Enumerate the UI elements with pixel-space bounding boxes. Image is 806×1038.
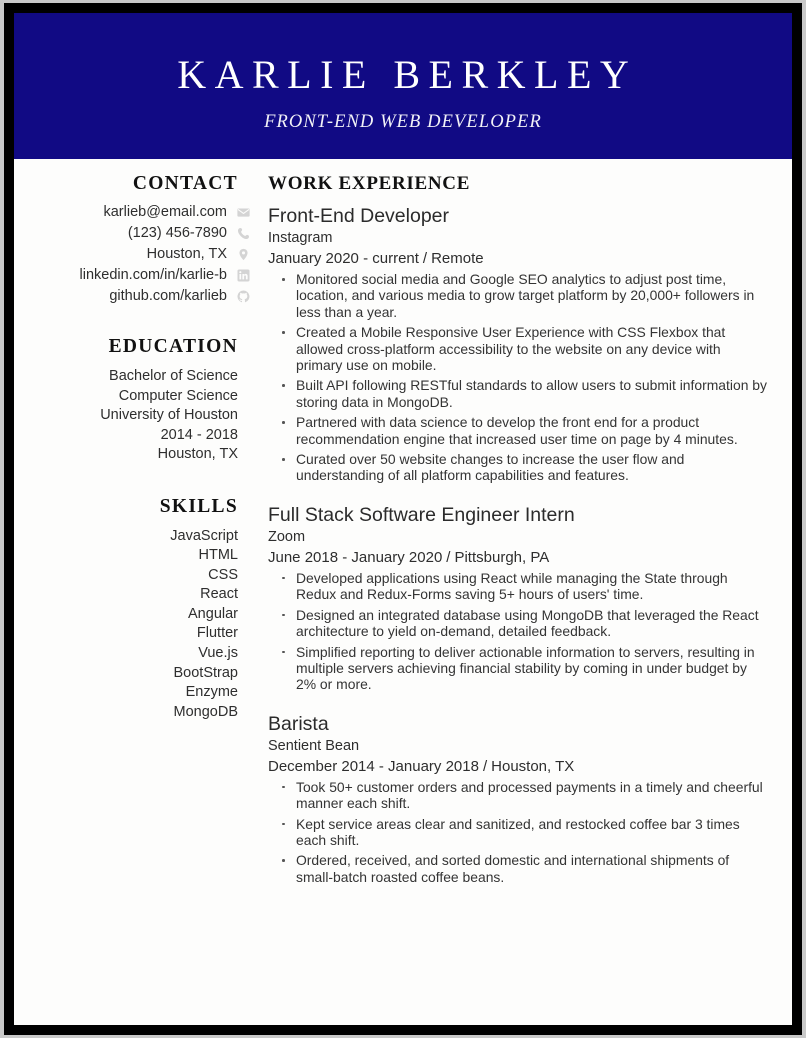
list-item: 2014 - 2018 [160, 426, 238, 443]
list-item: Built API following RESTful standards to… [268, 377, 770, 410]
list-item: Houston, TX [14, 246, 250, 263]
section-heading-work-experience: WORK EXPERIENCE [268, 173, 471, 194]
resume-page: KARLIE BERKLEY FRONT-END WEB DEVELOPER C… [14, 13, 792, 1025]
job-entry: Barista Sentient Bean December 2014 - Ja… [268, 712, 770, 885]
job-title: Barista [268, 712, 329, 735]
section-heading-education: EDUCATION [108, 336, 238, 357]
list-item: React [200, 586, 238, 603]
resume-body: CONTACT karlieb@email.com (123) 456-7890 [14, 159, 792, 904]
list-item: University of Houston [100, 407, 238, 423]
job-entry: Full Stack Software Engineer Intern Zoom… [268, 503, 770, 693]
header-subtitle: FRONT-END WEB DEVELOPER [264, 112, 542, 132]
sidebar: CONTACT karlieb@email.com (123) 456-7890 [14, 173, 260, 722]
list-item: Kept service areas clear and sanitized, … [268, 816, 770, 849]
job-meta: December 2014 - January 2018/Houston, TX [268, 756, 770, 777]
list-item: BootStrap [173, 664, 239, 681]
list-item: linkedin.com/in/karlie-b [14, 267, 250, 284]
job-location: Houston, TX [491, 757, 575, 775]
skills-list: JavaScript HTML CSS React Angular Flutte… [14, 527, 250, 723]
list-item: Computer Science [118, 387, 238, 404]
list-item: HTML [198, 547, 238, 564]
list-item: Partnered with data science to develop t… [268, 414, 770, 447]
contact-linkedin-text[interactable]: linkedin.com/in/karlie-b [80, 267, 227, 284]
list-item: Monitored social media and Google SEO an… [268, 271, 770, 320]
list-item: CSS [208, 566, 238, 583]
education-list: Bachelor of Science Computer Science Uni… [14, 367, 250, 465]
job-entry: Front-End Developer Instagram January 20… [268, 204, 770, 484]
list-item: Curated over 50 website changes to incre… [268, 451, 770, 484]
list-item: Simplified reporting to deliver actionab… [268, 644, 770, 693]
list-item: karlieb@email.com [14, 204, 250, 221]
list-item: Enzyme [185, 684, 238, 701]
job-dates: June 2018 - January 2020 [268, 548, 443, 566]
list-item: Developed applications using React while… [268, 570, 770, 603]
location-pin-icon [237, 248, 250, 261]
job-bullets: Monitored social media and Google SEO an… [268, 271, 770, 484]
envelope-icon [237, 206, 250, 219]
job-title: Full Stack Software Engineer Intern [268, 503, 575, 526]
job-separator: / [482, 757, 488, 775]
job-meta: June 2018 - January 2020/Pittsburgh, PA [268, 547, 770, 568]
job-title: Front-End Developer [268, 205, 450, 227]
list-item: JavaScript [170, 527, 238, 544]
job-company: Zoom [268, 528, 306, 545]
list-item: Flutter [196, 625, 238, 642]
phone-icon [237, 227, 250, 240]
list-item: Houston, TX [157, 446, 238, 462]
section-heading-skills: SKILLS [159, 495, 238, 517]
list-item: Designed an integrated database using Mo… [268, 607, 770, 640]
list-item: Created a Mobile Responsive User Experie… [268, 324, 770, 373]
list-item: github.com/karlieb [14, 288, 250, 305]
linkedin-icon [237, 269, 250, 282]
job-meta: January 2020 - current / Remote [268, 248, 770, 269]
job-location: Remote [431, 250, 484, 267]
list-item: (123) 456-7890 [14, 225, 250, 242]
job-dates: January 2020 - current [268, 250, 419, 267]
job-bullets: Took 50+ customer orders and processed p… [268, 779, 770, 885]
list-item: Took 50+ customer orders and processed p… [268, 779, 770, 812]
main-content: WORK EXPERIENCE Front-End Developer Inst… [260, 173, 792, 904]
contact-email-text[interactable]: karlieb@email.com [103, 204, 227, 221]
job-dates: December 2014 - January 2018 [268, 757, 479, 775]
list-item: Bachelor of Science [109, 368, 238, 384]
page-title: KARLIE BERKLEY [177, 52, 638, 97]
list-item: Ordered, received, and sorted domestic a… [268, 852, 770, 885]
job-separator: / [422, 250, 428, 267]
job-company: Instagram [268, 230, 333, 246]
github-icon [237, 290, 250, 303]
list-item: Angular [188, 605, 238, 622]
contact-list: karlieb@email.com (123) 456-7890 Houston… [14, 204, 250, 305]
contact-phone-text[interactable]: (123) 456-7890 [128, 225, 227, 242]
job-separator: / [446, 548, 451, 566]
section-heading-contact: CONTACT [132, 173, 238, 194]
list-item: Vue.js [198, 645, 238, 662]
job-location: Pittsburgh, PA [454, 548, 550, 566]
page-border: KARLIE BERKLEY FRONT-END WEB DEVELOPER C… [4, 3, 802, 1035]
contact-location-text: Houston, TX [146, 246, 227, 262]
contact-github-text[interactable]: github.com/karlieb [109, 288, 227, 305]
resume-header: KARLIE BERKLEY FRONT-END WEB DEVELOPER [14, 13, 792, 159]
job-bullets: Developed applications using React while… [268, 570, 770, 693]
job-company: Sentient Bean [268, 737, 360, 754]
list-item: MongoDB [173, 703, 238, 720]
